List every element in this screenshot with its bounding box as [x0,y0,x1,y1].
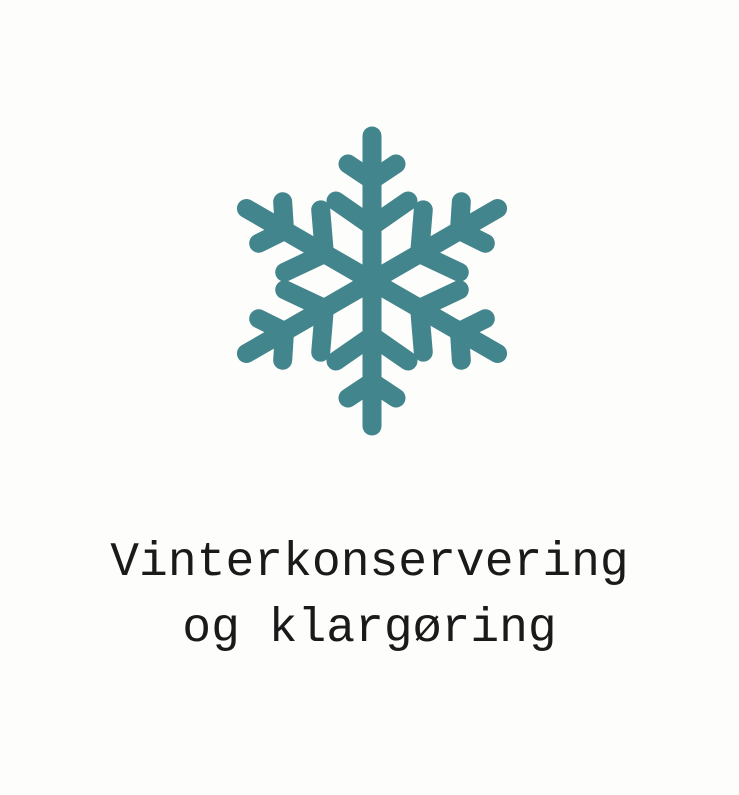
title-line-1: Vinterkonservering [110,536,629,590]
service-title: Vinterkonservering og klargøring [0,530,739,662]
snowflake-icon [222,118,522,444]
title-line-2: og klargøring [182,602,557,656]
service-card: Vinterkonservering og klargøring [0,0,739,795]
